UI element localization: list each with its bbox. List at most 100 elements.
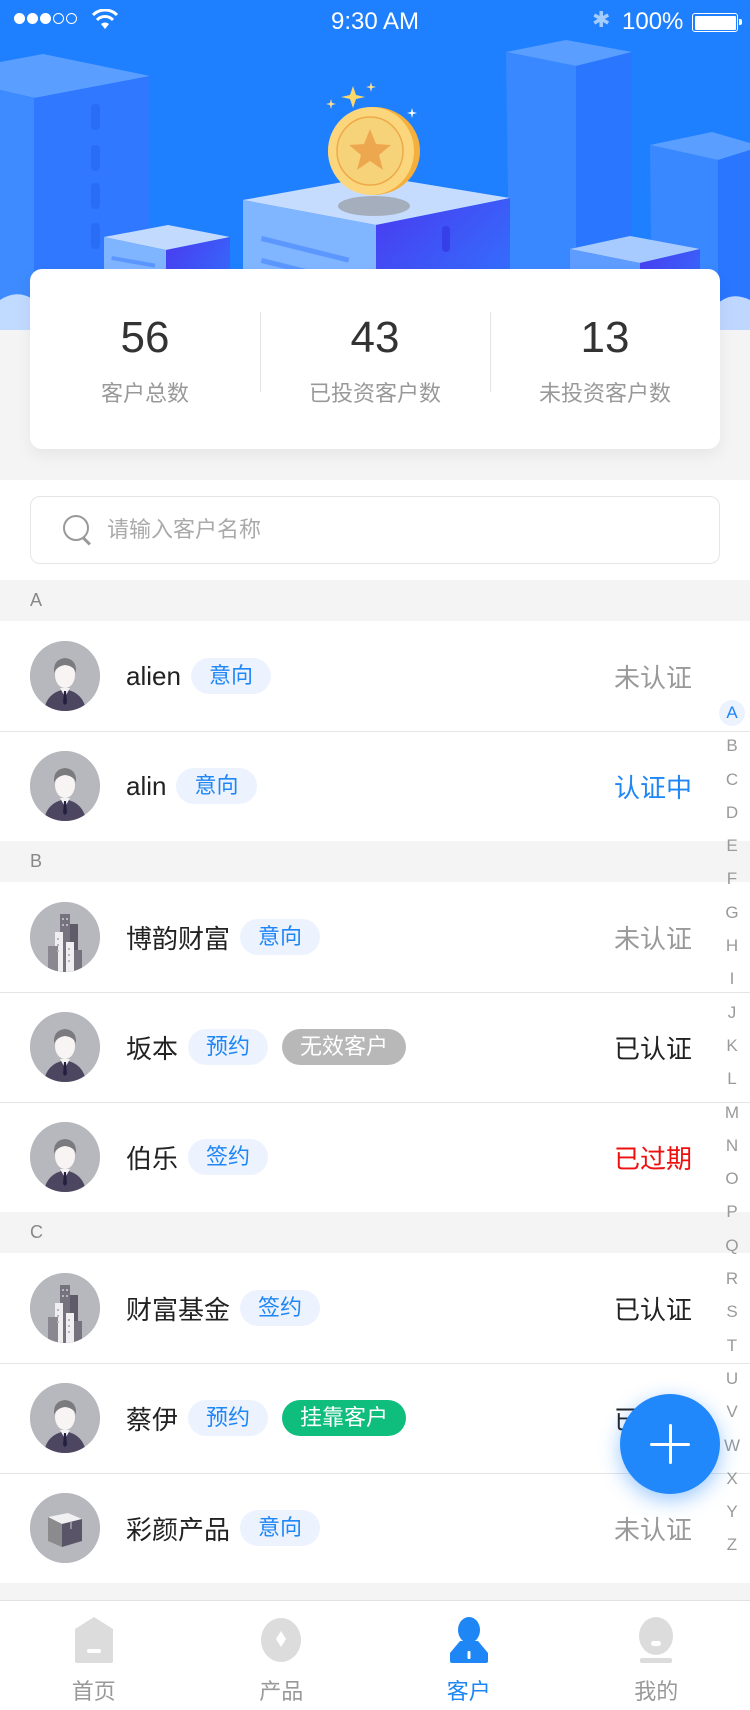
bottom-tab-bar: 首页 产品 客户 我的 — [0, 1600, 750, 1710]
customer-tag-intent: 意向 — [240, 1510, 321, 1546]
index-letter-v[interactable]: V — [718, 1395, 746, 1428]
customer-tag-intent: 预约 — [188, 1400, 269, 1436]
alphabet-index-bar[interactable]: ABCDEFGHIJKLMNOPQRSTUVWXYZ — [718, 696, 746, 1562]
section-a-rows: alien 意向 未认证 alin 意向 认证中 — [0, 621, 750, 841]
index-letter-r[interactable]: R — [718, 1262, 746, 1295]
customer-tag-gray: 无效客户 — [282, 1029, 407, 1065]
battery-icon — [692, 13, 742, 32]
index-letter-y[interactable]: Y — [718, 1495, 746, 1528]
box-avatar — [30, 1493, 100, 1563]
customer-name: 蔡伊 — [126, 1404, 179, 1435]
status-bar: 9:30 AM ✱ 100% — [0, 0, 750, 44]
index-letter-b[interactable]: B — [718, 729, 746, 762]
building-avatar — [30, 1273, 100, 1343]
verification-status: 已过期 — [613, 1143, 692, 1174]
person-avatar — [30, 1383, 100, 1453]
customer-tag-intent: 意向 — [190, 658, 271, 694]
verification-status: 未认证 — [613, 1514, 692, 1545]
customer-row[interactable]: 伯乐 签约 已过期 — [0, 1102, 750, 1212]
section-b-rows: 博韵财富 意向 未认证 坂本 预约 无效客户 已认证 伯乐 签约 已过期 — [0, 882, 750, 1212]
tab-label: 首页 — [71, 1679, 116, 1704]
stat-label: 已投资客户数 — [308, 381, 441, 406]
stat-value: 13 — [580, 313, 630, 362]
add-customer-button[interactable] — [620, 1394, 720, 1494]
index-letter-j[interactable]: J — [718, 996, 746, 1029]
index-letter-n[interactable]: N — [718, 1129, 746, 1162]
index-letter-a[interactable]: A — [718, 696, 746, 729]
customer-name: 财富基金 — [126, 1294, 231, 1325]
customer-row[interactable]: alien 意向 未认证 — [0, 621, 750, 731]
customer-name: alin — [126, 770, 167, 801]
index-letter-s[interactable]: S — [718, 1295, 746, 1328]
customer-row[interactable]: 彩颜产品 意向 未认证 — [0, 1473, 750, 1583]
customer-tag-intent: 意向 — [240, 919, 321, 955]
stat-uninvested-customers[interactable]: 13 未投资客户数 — [490, 310, 720, 408]
customer-tag-intent: 签约 — [188, 1139, 269, 1175]
battery-percentage: 100% — [622, 8, 684, 35]
index-letter-u[interactable]: U — [718, 1362, 746, 1395]
index-letter-f[interactable]: F — [718, 862, 746, 895]
home-icon — [74, 1617, 113, 1663]
customer-row[interactable]: 坂本 预约 无效客户 已认证 — [0, 992, 750, 1102]
search-box[interactable] — [30, 496, 720, 564]
customer-tag-intent: 意向 — [176, 768, 257, 804]
verification-status: 已认证 — [613, 1033, 692, 1064]
index-letter-k[interactable]: K — [718, 1029, 746, 1062]
index-letter-w[interactable]: W — [718, 1429, 746, 1462]
customer-tag-green: 挂靠客户 — [282, 1400, 407, 1436]
verification-status: 已认证 — [613, 1294, 692, 1325]
customer-tag-intent: 签约 — [240, 1290, 321, 1326]
customer-name: 彩颜产品 — [126, 1514, 231, 1545]
verification-status: 未认证 — [613, 923, 692, 954]
profile-icon — [639, 1617, 674, 1663]
search-section — [0, 480, 750, 580]
verification-status: 认证中 — [613, 772, 692, 803]
customer-row[interactable]: 博韵财富 意向 未认证 — [0, 882, 750, 992]
index-letter-g[interactable]: G — [718, 896, 746, 929]
tab-products[interactable]: 产品 — [188, 1601, 376, 1710]
stat-label: 客户总数 — [100, 381, 189, 406]
person-avatar — [30, 751, 100, 821]
tab-home[interactable]: 首页 — [0, 1601, 188, 1710]
search-input[interactable] — [107, 517, 719, 543]
index-letter-x[interactable]: X — [718, 1462, 746, 1495]
section-header-c: C — [0, 1212, 750, 1253]
stat-total-customers[interactable]: 56 客户总数 — [30, 310, 260, 408]
stat-invested-customers[interactable]: 43 已投资客户数 — [260, 310, 490, 408]
index-letter-c[interactable]: C — [718, 763, 746, 796]
customer-name: 坂本 — [126, 1033, 179, 1064]
index-letter-e[interactable]: E — [718, 829, 746, 862]
person-avatar — [30, 641, 100, 711]
index-letter-l[interactable]: L — [718, 1062, 746, 1095]
product-icon — [261, 1618, 302, 1662]
stat-value: 56 — [120, 313, 170, 362]
customer-name: alien — [126, 660, 181, 691]
stat-value: 43 — [350, 313, 400, 362]
tab-label: 我的 — [634, 1679, 679, 1704]
index-letter-d[interactable]: D — [718, 796, 746, 829]
person-avatar — [30, 1122, 100, 1192]
bluetooth-icon: ✱ — [592, 7, 611, 32]
tab-customers[interactable]: 客户 — [375, 1601, 563, 1710]
index-letter-p[interactable]: P — [718, 1195, 746, 1228]
customer-icon — [449, 1617, 488, 1663]
tab-profile[interactable]: 我的 — [563, 1601, 750, 1710]
customer-name: 博韵财富 — [126, 923, 231, 954]
search-icon — [63, 515, 93, 545]
section-header-a: A — [0, 580, 750, 621]
customer-row[interactable]: 财富基金 签约 已认证 — [0, 1253, 750, 1363]
index-letter-m[interactable]: M — [718, 1096, 746, 1129]
index-letter-o[interactable]: O — [718, 1162, 746, 1195]
index-letter-t[interactable]: T — [718, 1329, 746, 1362]
tab-label: 产品 — [259, 1679, 304, 1704]
person-avatar — [30, 1012, 100, 1082]
index-letter-i[interactable]: I — [718, 962, 746, 995]
customer-stats-card: 56 客户总数 43 已投资客户数 13 未投资客户数 — [30, 269, 720, 449]
tab-label: 客户 — [446, 1679, 491, 1704]
index-letter-h[interactable]: H — [718, 929, 746, 962]
customer-row[interactable]: alin 意向 认证中 — [0, 731, 750, 841]
index-letter-q[interactable]: Q — [718, 1229, 746, 1262]
section-header-b: B — [0, 841, 750, 882]
index-letter-z[interactable]: Z — [718, 1528, 746, 1561]
building-avatar — [30, 902, 100, 972]
